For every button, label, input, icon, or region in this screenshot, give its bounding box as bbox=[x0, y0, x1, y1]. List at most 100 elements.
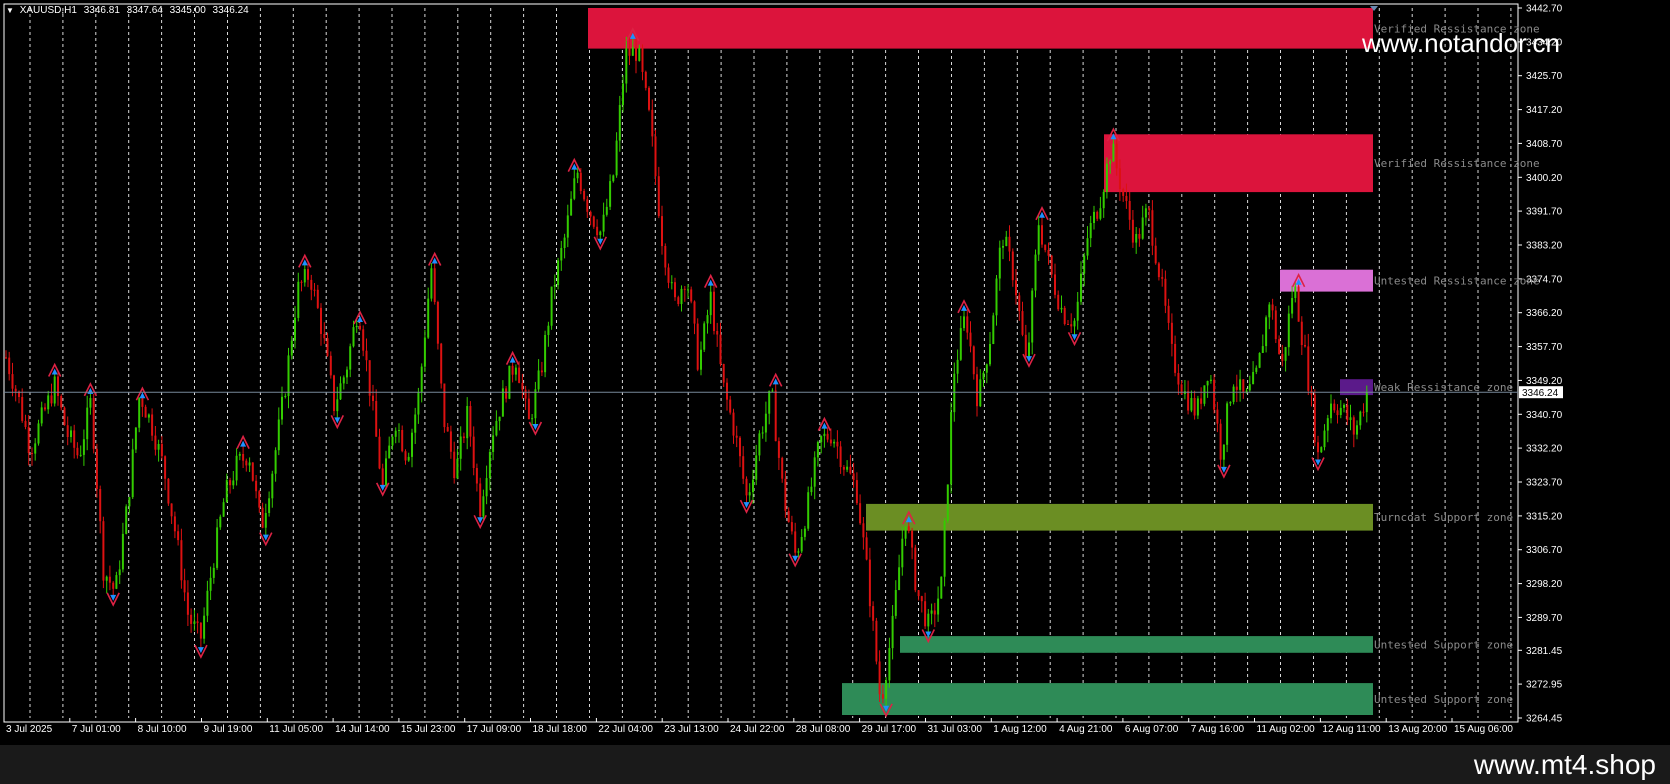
candle-body bbox=[381, 468, 384, 486]
candle-body bbox=[365, 350, 368, 361]
x-tick-label: 17 Jul 09:00 bbox=[467, 724, 522, 735]
candle-body bbox=[281, 396, 283, 420]
candle-body bbox=[664, 246, 667, 268]
candle-body bbox=[531, 418, 534, 420]
candle-body bbox=[709, 291, 712, 316]
candle-body bbox=[810, 486, 813, 493]
price-chart[interactable]: 3 Jul 2025 7 Jul 01:00 8 Jul 10:00 9 Jul 19… bbox=[0, 0, 1670, 745]
candle-body bbox=[1349, 417, 1352, 420]
candle-body bbox=[917, 590, 920, 597]
candle-body bbox=[1281, 354, 1284, 361]
zone-rect bbox=[588, 8, 1373, 49]
candle-body bbox=[375, 401, 378, 437]
candle-body bbox=[417, 392, 420, 415]
candle-body bbox=[1021, 311, 1024, 335]
candle-body bbox=[144, 406, 147, 418]
candle-body bbox=[287, 355, 290, 396]
candle-body bbox=[352, 327, 355, 347]
candle-body bbox=[1070, 324, 1073, 327]
candle-body bbox=[1190, 398, 1193, 411]
candle-body bbox=[1141, 217, 1144, 239]
candle-body bbox=[1086, 238, 1089, 256]
candle-body bbox=[635, 47, 637, 61]
y-tick-label: 3281.45 bbox=[1526, 646, 1563, 657]
candle-body bbox=[589, 211, 592, 217]
candle-body bbox=[222, 502, 225, 517]
candle-body bbox=[742, 456, 745, 479]
candle-body bbox=[894, 590, 897, 616]
candle-body bbox=[722, 364, 725, 383]
candle-body bbox=[1317, 442, 1319, 453]
candle-body bbox=[1148, 208, 1151, 211]
candle-body bbox=[1206, 381, 1209, 386]
candle-body bbox=[108, 576, 111, 583]
candle-body bbox=[868, 559, 871, 607]
candle-body bbox=[946, 484, 949, 521]
y-tick-label: 3349.20 bbox=[1526, 376, 1563, 387]
candle-body bbox=[31, 453, 33, 454]
candle-body bbox=[940, 576, 943, 599]
candle-body bbox=[8, 357, 11, 375]
candle-body bbox=[313, 289, 316, 291]
candle-body bbox=[849, 466, 852, 474]
candle-body bbox=[398, 430, 400, 431]
x-tick-label: 9 Jul 19:00 bbox=[204, 724, 253, 735]
candle-body bbox=[540, 370, 543, 373]
candle-body bbox=[1131, 219, 1134, 243]
candle-body bbox=[95, 448, 98, 489]
candle-body bbox=[1232, 386, 1235, 402]
candle-body bbox=[212, 567, 215, 578]
candle-body bbox=[92, 398, 95, 449]
candle-body bbox=[1356, 425, 1358, 435]
candle-body bbox=[73, 430, 76, 448]
candle-body bbox=[316, 289, 319, 308]
x-tick-label: 7 Aug 16:00 bbox=[1191, 724, 1245, 735]
candle-body bbox=[368, 360, 371, 396]
candle-body bbox=[1128, 201, 1131, 220]
candle-body bbox=[60, 396, 63, 408]
candle-body bbox=[492, 435, 495, 452]
zone-rect bbox=[1280, 269, 1373, 292]
candle-body bbox=[1167, 305, 1170, 323]
candle-body bbox=[53, 376, 56, 404]
candle-body bbox=[1359, 411, 1362, 426]
candle-body bbox=[904, 526, 907, 539]
y-tick-label: 3417.20 bbox=[1526, 105, 1563, 116]
x-tick-label: 24 Jul 22:00 bbox=[730, 724, 785, 735]
candle-body bbox=[167, 478, 170, 504]
y-tick-label: 3442.70 bbox=[1526, 4, 1563, 15]
candle-body bbox=[846, 466, 849, 470]
candle-body bbox=[472, 436, 475, 468]
candle-body bbox=[764, 413, 767, 433]
candle-body bbox=[726, 382, 728, 400]
candle-body bbox=[121, 533, 124, 570]
candle-body bbox=[794, 531, 797, 553]
candle-body bbox=[1336, 410, 1339, 416]
candle-body bbox=[638, 48, 641, 61]
candle-body bbox=[966, 316, 969, 333]
candle-body bbox=[651, 109, 654, 137]
y-tick-label: 3366.20 bbox=[1526, 308, 1563, 319]
candle-body bbox=[524, 389, 527, 399]
candle-body bbox=[1105, 163, 1108, 192]
x-tick-label: 13 Aug 20:00 bbox=[1388, 724, 1447, 735]
candle-body bbox=[1278, 339, 1281, 354]
candle-body bbox=[1307, 346, 1310, 391]
candle-body bbox=[225, 480, 228, 503]
candle-body bbox=[34, 443, 37, 454]
candle-body bbox=[1330, 403, 1332, 419]
candle-body bbox=[1209, 379, 1212, 381]
candle-body bbox=[1362, 411, 1365, 413]
candle-body bbox=[79, 454, 82, 456]
zone-rect bbox=[842, 683, 1373, 715]
candle-body bbox=[274, 450, 277, 474]
candle-body bbox=[134, 427, 137, 450]
candle-body bbox=[566, 215, 569, 238]
y-tick-label: 3323.70 bbox=[1526, 478, 1563, 489]
candle-body bbox=[547, 325, 550, 335]
collapse-triangle-icon[interactable]: ▼ bbox=[6, 6, 14, 15]
candle-body bbox=[998, 247, 1001, 279]
candle-body bbox=[1323, 430, 1326, 448]
candle-body bbox=[820, 436, 823, 443]
candle-body bbox=[1093, 211, 1095, 223]
